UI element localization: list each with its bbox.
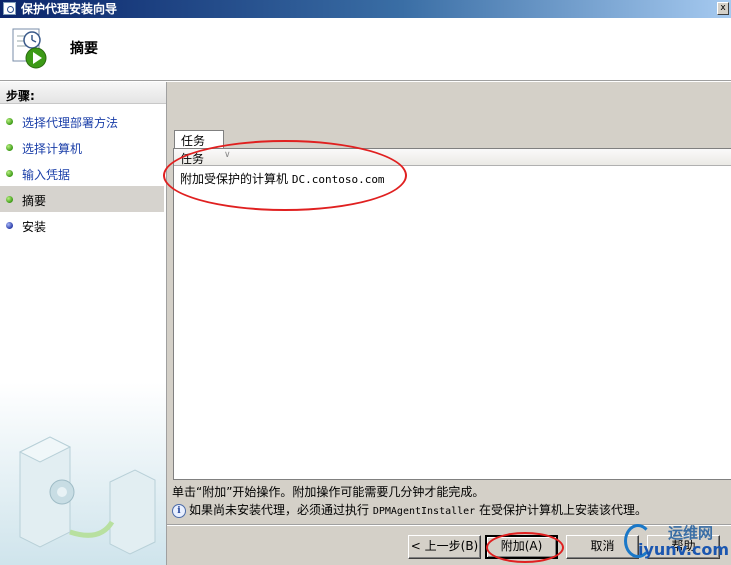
app-clock-icon	[3, 2, 16, 15]
step-complete-icon	[6, 196, 13, 203]
step-label: 摘要	[22, 194, 47, 208]
info-text-agent: i 如果尚未安装代理，必须通过执行 DPMAgentInstaller 在受保护计…	[172, 501, 647, 518]
step-label: 安装	[22, 220, 47, 234]
step-enter-credentials[interactable]: 输入凭据	[0, 160, 164, 186]
page-title: 摘要	[70, 41, 98, 57]
info-text-before: 如果尚未安装代理，必须通过执行	[189, 503, 370, 517]
title-bar: 保护代理安装向导 x	[0, 0, 731, 18]
step-complete-icon	[6, 118, 13, 125]
step-select-deploy-method[interactable]: 选择代理部署方法	[0, 108, 164, 134]
back-button[interactable]: < 上一步(B)	[408, 535, 481, 559]
content-area: 任务 任务 ∨ 附加受保护的计算机 DC.contoso.com 单击“附加”开…	[167, 82, 731, 565]
step-summary[interactable]: 摘要	[0, 186, 164, 212]
info-text-attach: 单击“附加”开始操作。附加操作可能需要几分钟才能完成。	[172, 485, 485, 499]
close-button[interactable]: x	[717, 2, 729, 15]
table-row[interactable]: 附加受保护的计算机 DC.contoso.com	[174, 169, 731, 186]
step-label: 选择计算机	[22, 142, 83, 156]
steps-panel: 步骤: 选择代理部署方法 选择计算机 输入凭据 摘要 安装	[0, 82, 167, 565]
step-complete-icon	[6, 144, 13, 151]
task-text: 附加受保护的计算机	[180, 172, 289, 186]
sort-chevron-icon: ∨	[224, 150, 231, 160]
watermark-logo: 运维网 iyunv.com	[620, 520, 731, 565]
step-install: 安装	[0, 212, 164, 238]
step-pending-icon	[6, 222, 13, 229]
step-label: 选择代理部署方法	[22, 116, 119, 130]
info-icon: i	[172, 503, 186, 518]
wizard-header: 摘要	[0, 18, 731, 81]
step-complete-icon	[6, 170, 13, 177]
attach-button[interactable]: 附加(A)	[485, 535, 558, 559]
tasks-list	[173, 148, 731, 480]
column-header-task[interactable]: 任务 ∨	[174, 149, 731, 166]
task-computer: DC.contoso.com	[291, 173, 385, 186]
step-label: 输入凭据	[22, 168, 71, 182]
steps-title: 步骤:	[0, 82, 166, 104]
column-header-label: 任务	[180, 152, 205, 166]
step-select-computers[interactable]: 选择计算机	[0, 134, 164, 160]
info-command: DPMAgentInstaller	[372, 506, 476, 517]
window-title: 保护代理安装向导	[21, 2, 118, 16]
info-text-after: 在受保护计算机上安装该代理。	[479, 503, 648, 517]
server-illustration	[0, 382, 166, 565]
watermark-text-en: iyunv.com	[638, 540, 730, 559]
tab-tasks[interactable]: 任务	[174, 130, 224, 148]
wizard-clock-play-icon	[12, 28, 47, 69]
